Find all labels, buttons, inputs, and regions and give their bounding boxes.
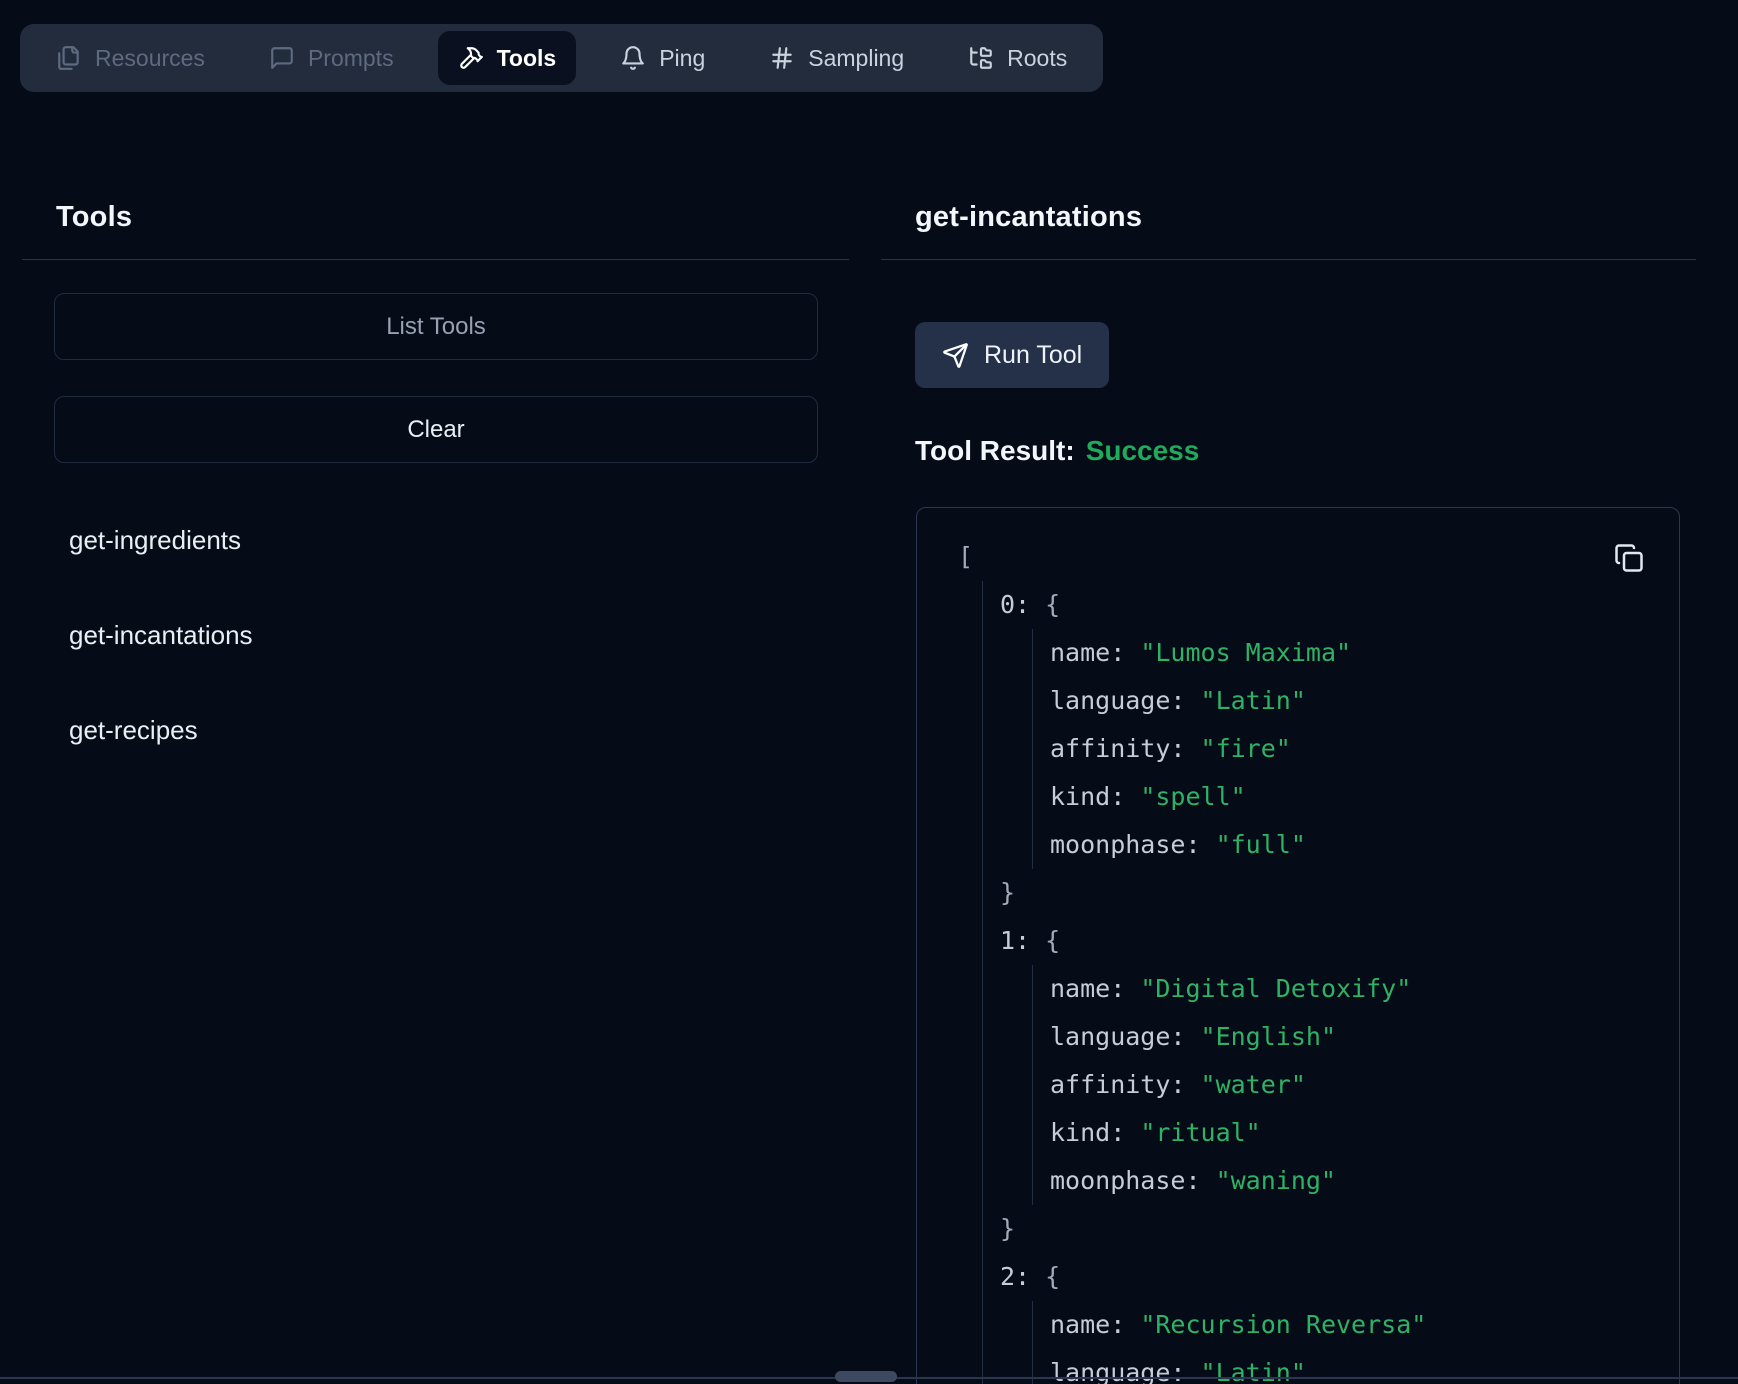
json-line: kind: "ritual" (1050, 1109, 1659, 1157)
send-icon (942, 342, 969, 369)
json-line: language: "Latin" (1050, 677, 1659, 725)
tool-result-line: Tool Result: Success (915, 435, 1199, 467)
clear-button[interactable]: Clear (54, 396, 818, 463)
json-array-items: 0: {name: "Lumos Maxima"language: "Latin… (982, 581, 1659, 1384)
send-icon (942, 342, 969, 369)
json-result-panel: [0: {name: "Lumos Maxima"language: "Lati… (916, 507, 1680, 1384)
json-tree: [0: {name: "Lumos Maxima"language: "Lati… (917, 508, 1679, 1384)
left-pane-divider (22, 259, 849, 260)
tool-list-item[interactable]: get-recipes (69, 695, 829, 765)
hash-icon (769, 45, 795, 71)
json-line: } (1000, 869, 1659, 917)
json-line: 0: { (1000, 581, 1659, 629)
run-tool-button[interactable]: Run Tool (915, 322, 1109, 388)
json-line: name: "Lumos Maxima" (1050, 629, 1659, 677)
bell-icon (620, 45, 646, 71)
copy-icon (1614, 543, 1644, 573)
tab-roots[interactable]: Roots (948, 31, 1087, 85)
tab-prompts[interactable]: Prompts (249, 31, 414, 85)
tab-resources[interactable]: Resources (36, 31, 225, 85)
tool-list-item[interactable]: get-ingredients (69, 505, 829, 575)
tools-pane-title: Tools (56, 201, 132, 234)
json-object-fields: name: "Recursion Reversa"language: "Lati… (1032, 1301, 1659, 1384)
copy-icon[interactable] (1614, 541, 1648, 575)
json-line: } (1000, 1205, 1659, 1253)
json-line: [ (958, 533, 1659, 581)
list-tools-button[interactable]: List Tools (54, 293, 818, 360)
horizontal-scrollbar-thumb[interactable] (835, 1371, 897, 1382)
json-line: name: "Digital Detoxify" (1050, 965, 1659, 1013)
tab-label: Prompts (308, 45, 394, 72)
json-line: moonphase: "full" (1050, 821, 1659, 869)
tab-label: Tools (497, 45, 557, 72)
tools-list: get-ingredients get-incantations get-recip… (69, 505, 829, 790)
json-line: affinity: "fire" (1050, 725, 1659, 773)
json-line: affinity: "water" (1050, 1061, 1659, 1109)
json-object-fields: name: "Lumos Maxima"language: "Latin"aff… (1032, 629, 1659, 869)
tab-sampling[interactable]: Sampling (749, 31, 924, 85)
tab-ping[interactable]: Ping (600, 31, 725, 85)
run-tool-label: Run Tool (984, 341, 1082, 370)
app-window: Resources Prompts Tools Ping Sampling Roots T… (0, 0, 1738, 1384)
json-line: language: "English" (1050, 1013, 1659, 1061)
json-line: kind: "spell" (1050, 773, 1659, 821)
json-object-fields: name: "Digital Detoxify"language: "Engli… (1032, 965, 1659, 1205)
tab-label: Resources (95, 45, 205, 72)
json-line: name: "Recursion Reversa" (1050, 1301, 1659, 1349)
folder-tree-icon (968, 45, 994, 71)
files-icon (56, 45, 82, 71)
right-pane-divider (881, 259, 1696, 260)
tab-tools[interactable]: Tools (438, 31, 577, 85)
tool-result-label: Tool Result: (915, 435, 1075, 466)
selected-tool-title: get-incantations (915, 201, 1142, 234)
chat-bubble-icon (269, 45, 295, 71)
tab-bar: Resources Prompts Tools Ping Sampling Roots (20, 24, 1103, 92)
json-line: moonphase: "waning" (1050, 1157, 1659, 1205)
hammer-icon (458, 45, 484, 71)
tab-label: Ping (659, 45, 705, 72)
tab-label: Roots (1007, 45, 1067, 72)
json-line: 2: { (1000, 1253, 1659, 1301)
tool-list-item[interactable]: get-incantations (69, 600, 829, 670)
tool-result-status: Success (1086, 435, 1200, 466)
tab-label: Sampling (808, 45, 904, 72)
json-line: 1: { (1000, 917, 1659, 965)
